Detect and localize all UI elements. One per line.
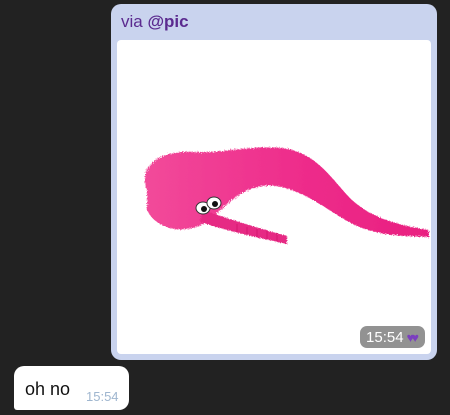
- outgoing-time: 15:54: [366, 328, 404, 346]
- double-check-icon: ♥♥: [406, 329, 420, 345]
- outgoing-message-bubble[interactable]: via @pic 15:54 ♥♥: [111, 4, 437, 360]
- message-photo[interactable]: 15:54 ♥♥: [117, 40, 431, 354]
- via-prefix: via: [121, 12, 143, 31]
- incoming-message-bubble[interactable]: oh no 15:54: [14, 366, 129, 410]
- via-handle-link[interactable]: @pic: [147, 12, 188, 31]
- fuzzy-worm-image: [144, 147, 429, 244]
- photo-time-badge: 15:54 ♥♥: [360, 326, 425, 348]
- incoming-time: 15:54: [86, 389, 119, 404]
- incoming-message-text: oh no: [25, 379, 71, 399]
- via-bot-label[interactable]: via @pic: [121, 12, 189, 32]
- chat-view: via @pic 15:54 ♥♥ oh no 15:54: [0, 0, 450, 415]
